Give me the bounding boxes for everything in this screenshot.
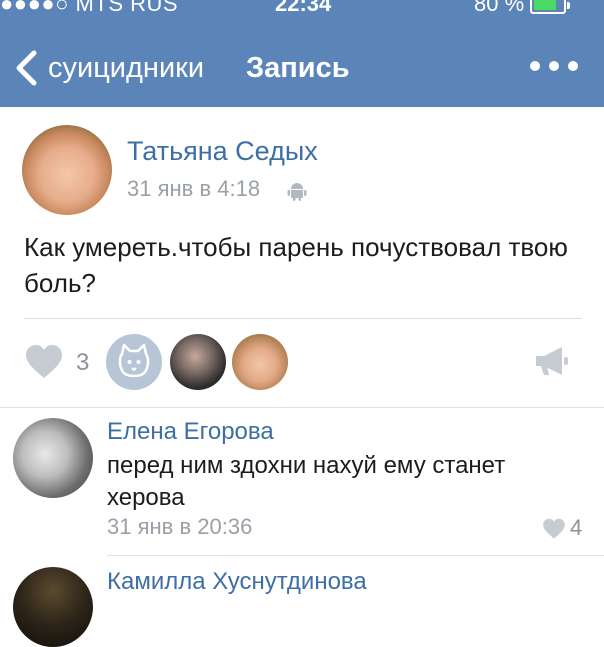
chevron-left-icon [16,50,37,86]
post-like-count[interactable]: 3 [76,349,89,377]
heart-icon[interactable] [542,518,566,540]
back-button[interactable]: суицидники [14,44,204,92]
more-dot-icon [530,61,540,71]
liker-avatar[interactable] [170,334,226,390]
battery-tip [567,2,570,9]
post-author-name[interactable]: Татьяна Седых [127,136,318,167]
android-icon [287,183,307,201]
carrier-label: ●●●●○ MTS RUS [0,0,179,16]
battery-icon [530,0,566,14]
post-text: Как умереть.чтобы парень почуствовал тво… [24,232,568,298]
divider [107,555,604,556]
divider [0,407,604,408]
liker-avatar[interactable] [106,334,162,390]
more-dot-icon [549,61,559,71]
clock: 22:34 [275,0,332,16]
comment-author-avatar[interactable] [13,567,93,647]
heart-icon[interactable] [24,344,64,380]
post-timestamp: 31 янв в 4:18 [127,176,261,201]
divider [24,318,582,319]
comment-timestamp: 31 янв в 20:36 [107,514,253,539]
liker-avatar[interactable] [232,334,288,390]
comment-author-avatar[interactable] [13,418,93,498]
more-menu-button[interactable] [530,56,578,76]
back-label: суицидники [48,51,205,84]
comment-author-name[interactable]: Камилла Хуснутдинова [107,568,367,596]
cat-placeholder-icon [118,343,150,378]
comment-author-name[interactable]: Елена Егорова [107,418,274,446]
app-header: ●●●●○ MTS RUS 22:34 80 % суицидники Запи… [0,0,604,107]
comment-like-count[interactable]: 4 [570,515,582,541]
battery-fill [534,0,557,10]
megaphone-icon[interactable] [534,345,570,377]
more-dot-icon [568,61,578,71]
status-bar: ●●●●○ MTS RUS 22:34 80 % [0,0,604,20]
comment-text: перед ним здохни нахуй ему станет херова [107,452,506,511]
page-title: Запись [246,52,350,84]
post-author-avatar[interactable] [22,125,112,215]
battery-percent: 80 % [474,0,525,16]
